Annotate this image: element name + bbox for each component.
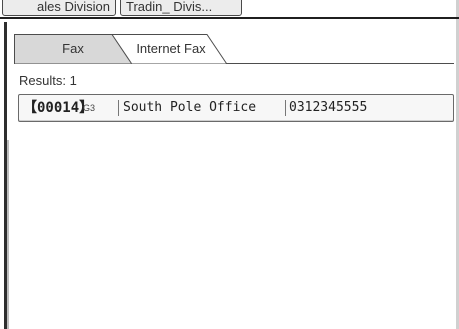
destination-name: South Pole Office	[123, 100, 257, 115]
top-tab-sales-division[interactable]: ales Division	[2, 0, 116, 16]
column-divider	[285, 100, 286, 116]
top-tab-label: ales Division	[37, 0, 110, 14]
result-row[interactable]: 【00014】 G3 South Pole Office 0312345555	[18, 94, 454, 122]
address-book-screen: ales Division Tradin_ Divis... Internet …	[0, 0, 459, 329]
fax-number: 0312345555	[289, 100, 368, 115]
fax-mode-badge: G3	[83, 103, 96, 113]
tab-fax-label: Fax	[62, 41, 84, 56]
top-divider	[0, 17, 459, 19]
results-count: Results: 1	[19, 73, 77, 88]
top-tab-label: Tradin_ Divis...	[126, 0, 213, 14]
column-divider	[118, 100, 119, 116]
top-tab-trading-division[interactable]: Tradin_ Divis...	[120, 0, 242, 16]
panel-left-shadow	[7, 140, 9, 329]
tab-fax[interactable]: Fax	[14, 34, 132, 64]
